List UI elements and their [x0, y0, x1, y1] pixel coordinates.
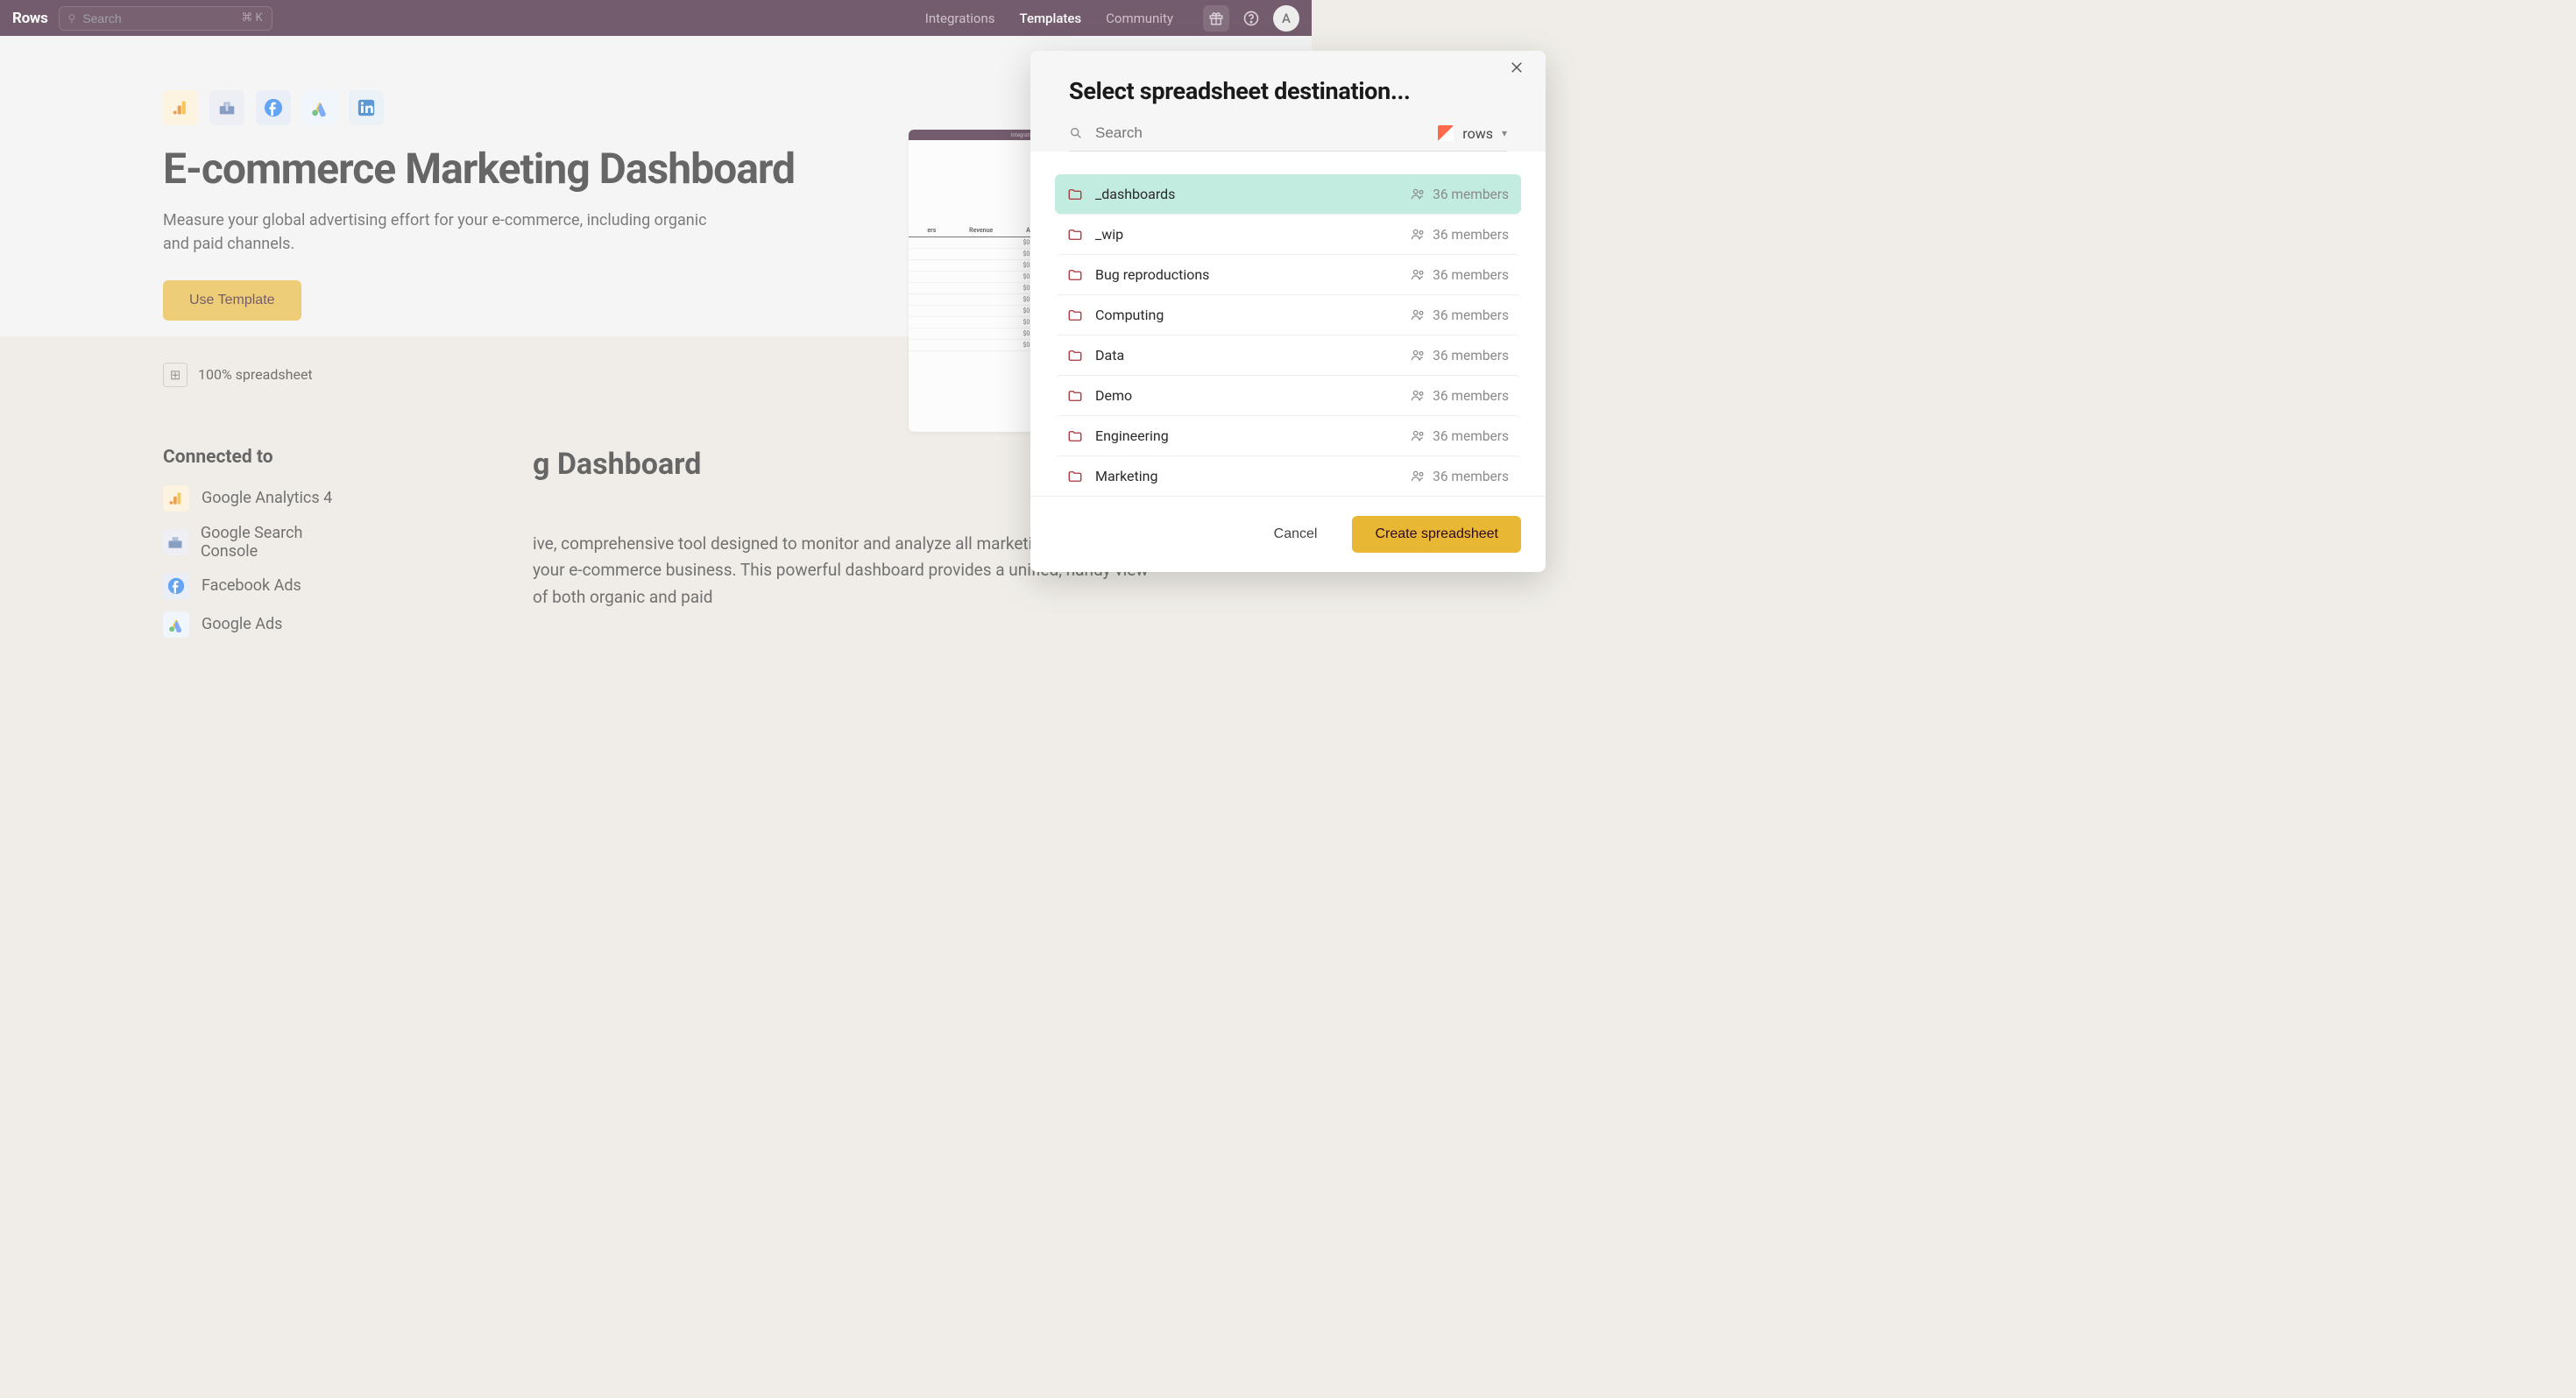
create-spreadsheet-button[interactable]: Create spreadsheet — [1352, 516, 1521, 553]
folder-icon — [1067, 348, 1083, 364]
folder-name: Marketing — [1095, 468, 1398, 484]
folder-members: 36 members — [1411, 348, 1509, 364]
folder-members: 36 members — [1411, 388, 1509, 404]
modal-overlay[interactable]: Select spreadsheet destination... rows ▾… — [0, 0, 2576, 1398]
folder-icon — [1067, 307, 1083, 323]
folder-item[interactable]: _wip 36 members — [1055, 214, 1521, 254]
modal-title: Select spreadsheet destination... — [1069, 77, 1507, 105]
folder-name: Data — [1095, 347, 1398, 364]
workspace-selector[interactable]: rows ▾ — [1426, 125, 1507, 142]
people-icon — [1411, 227, 1426, 242]
folder-item[interactable]: Marketing 36 members — [1055, 455, 1521, 496]
folder-name: _wip — [1095, 226, 1398, 243]
folder-name: Bug reproductions — [1095, 266, 1398, 283]
people-icon — [1411, 187, 1426, 201]
people-icon — [1411, 469, 1426, 484]
folder-name: _dashboards — [1095, 186, 1398, 202]
folder-item[interactable]: Bug reproductions 36 members — [1055, 254, 1521, 294]
folder-list: _dashboards 36 members _wip 36 members B… — [1030, 152, 1546, 496]
people-icon — [1411, 388, 1426, 403]
folder-name: Engineering — [1095, 427, 1398, 444]
folder-members: 36 members — [1411, 428, 1509, 444]
folder-name: Demo — [1095, 387, 1398, 404]
folder-members: 36 members — [1411, 227, 1509, 243]
folder-item[interactable]: Data 36 members — [1055, 335, 1521, 375]
cancel-button[interactable]: Cancel — [1274, 526, 1318, 542]
folder-icon — [1067, 227, 1083, 243]
folder-item[interactable]: Engineering 36 members — [1055, 415, 1521, 455]
close-button[interactable] — [1509, 60, 1525, 75]
folder-icon — [1067, 469, 1083, 484]
folder-members: 36 members — [1411, 187, 1509, 202]
folder-members: 36 members — [1411, 307, 1509, 323]
folder-item[interactable]: _dashboards 36 members — [1055, 174, 1521, 214]
destination-modal: Select spreadsheet destination... rows ▾… — [1030, 51, 1546, 572]
people-icon — [1411, 307, 1426, 322]
workspace-name: rows — [1462, 125, 1493, 142]
folder-search-input[interactable] — [1095, 124, 1413, 142]
folder-icon — [1067, 388, 1083, 404]
folder-icon — [1067, 267, 1083, 283]
folder-members: 36 members — [1411, 469, 1509, 484]
search-icon — [1069, 126, 1083, 140]
chevron-down-icon: ▾ — [1502, 127, 1507, 139]
people-icon — [1411, 267, 1426, 282]
folder-item[interactable]: Demo 36 members — [1055, 375, 1521, 415]
people-icon — [1411, 428, 1426, 443]
folder-icon — [1067, 428, 1083, 444]
folder-icon — [1067, 187, 1083, 202]
people-icon — [1411, 348, 1426, 363]
folder-item[interactable]: Computing 36 members — [1055, 294, 1521, 335]
workspace-logo-icon — [1438, 125, 1454, 141]
folder-members: 36 members — [1411, 267, 1509, 283]
folder-name: Computing — [1095, 307, 1398, 323]
